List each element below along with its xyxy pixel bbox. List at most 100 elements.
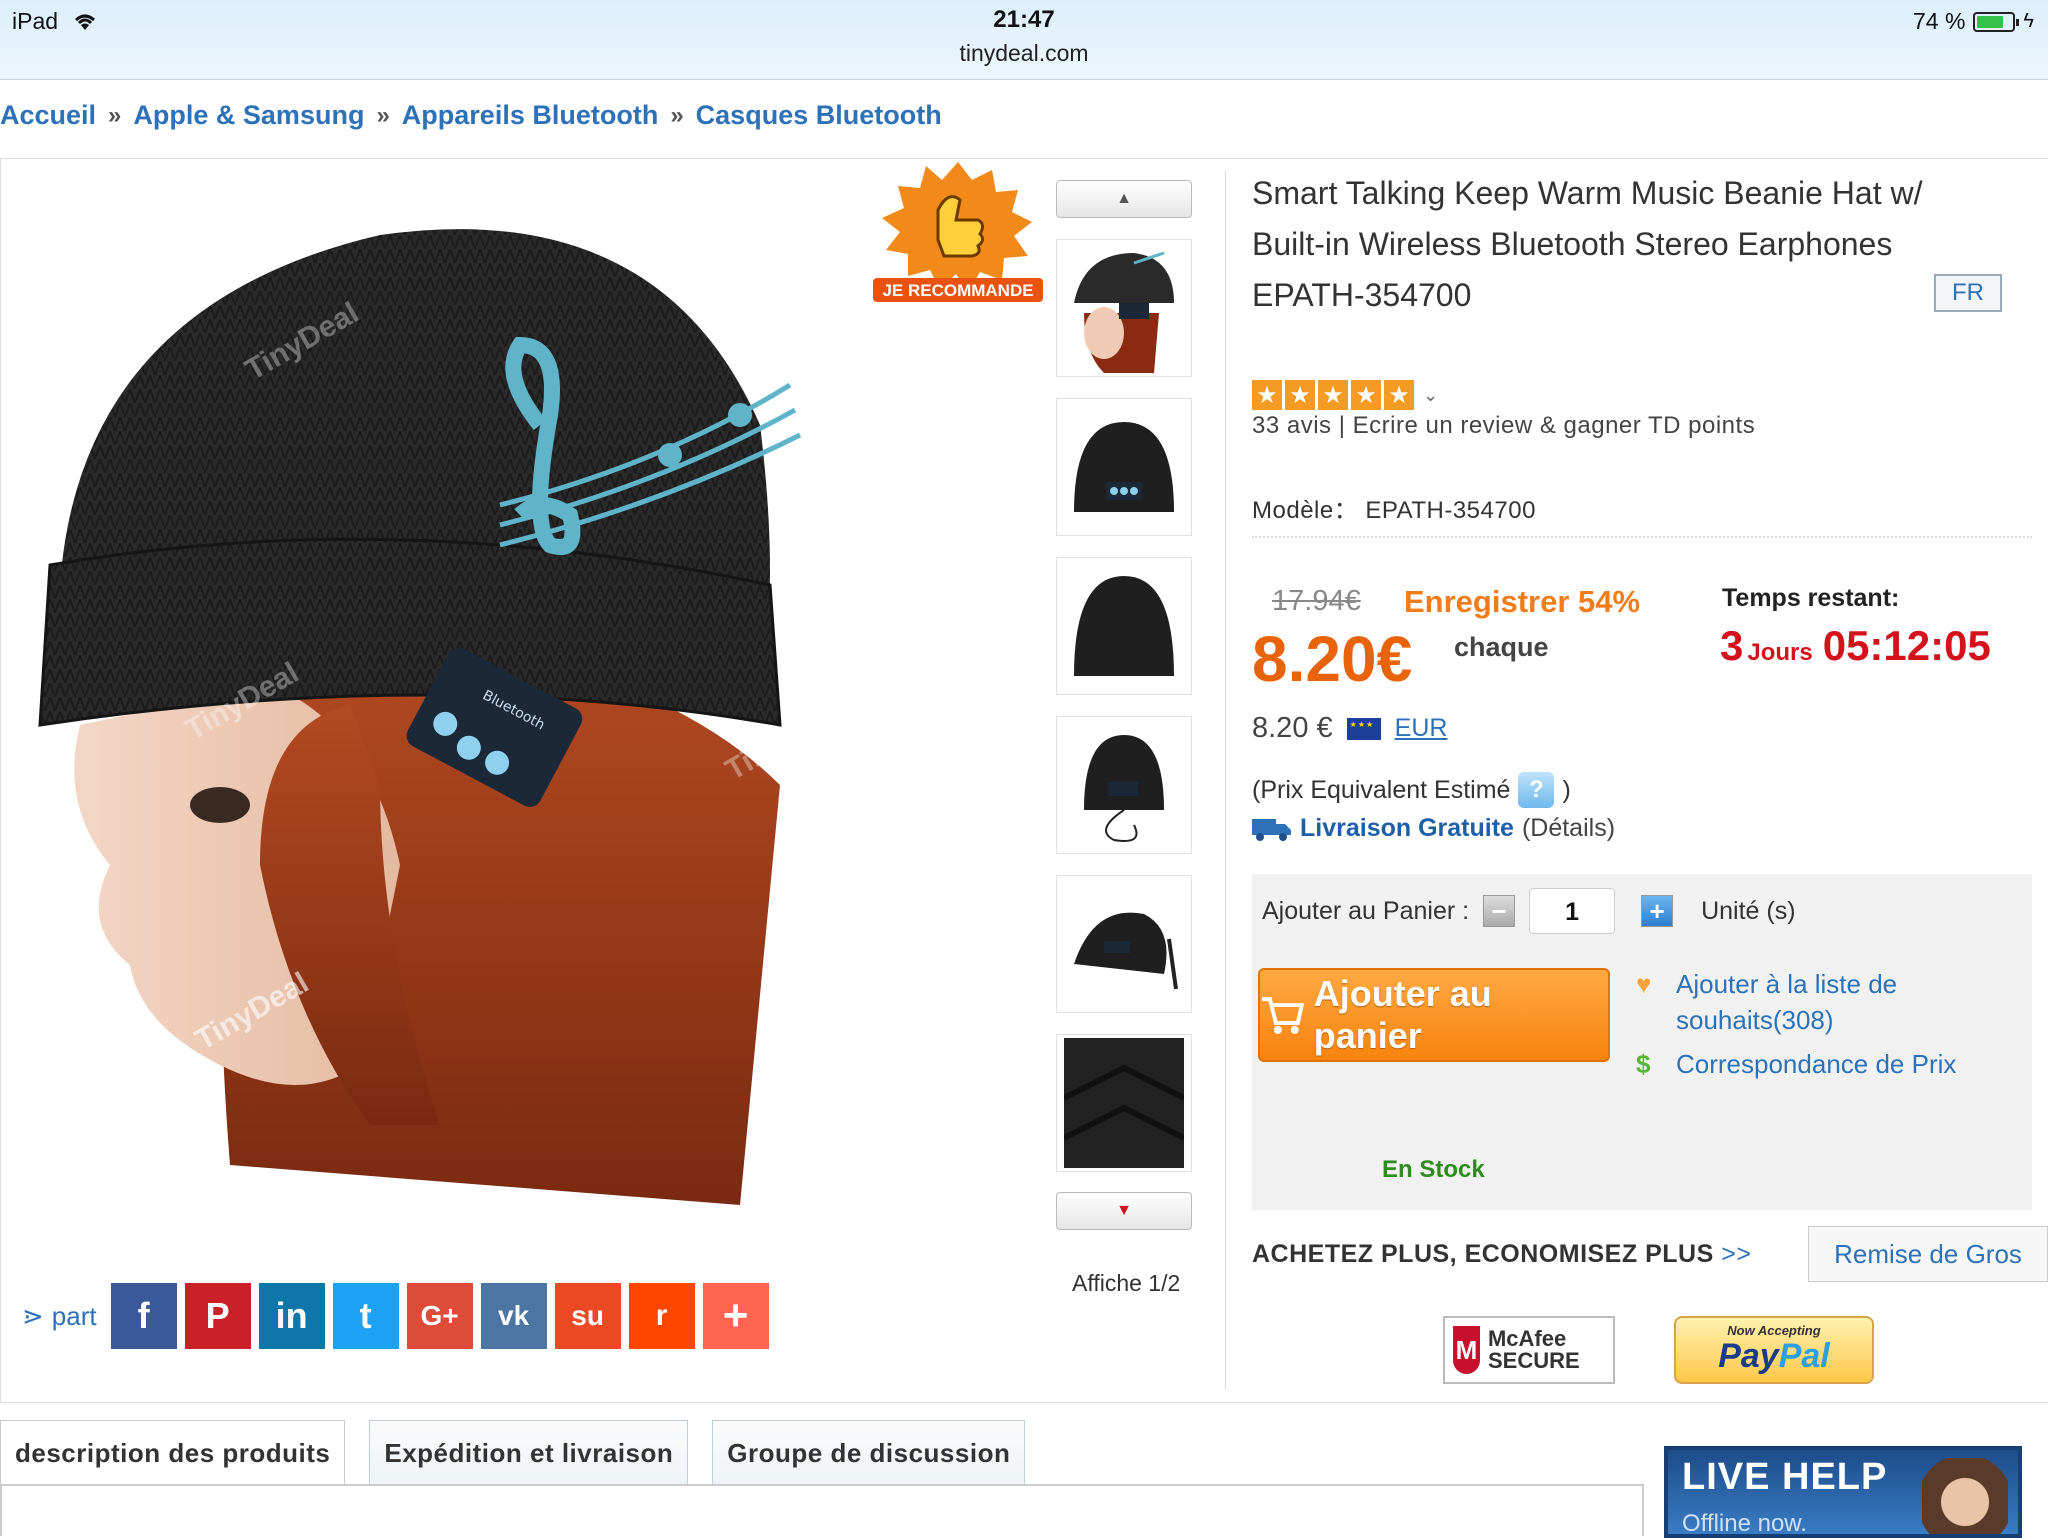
truck-icon	[1252, 818, 1291, 841]
thumbnail-image	[1074, 422, 1174, 512]
google-plus-share-icon[interactable]: G+	[406, 1283, 473, 1349]
facebook-share-icon[interactable]: f	[110, 1283, 177, 1349]
star-icon: ★	[1252, 380, 1282, 410]
address-bar-url[interactable]: tinydeal.com	[0, 40, 2048, 67]
thumbnail-scroll-up-button[interactable]: ▲	[1056, 180, 1192, 218]
countdown-timer: 3 Jours 05:12:05	[1720, 622, 1991, 670]
reddit-share-icon[interactable]: r	[628, 1283, 695, 1349]
thumbnail-item[interactable]	[1056, 716, 1192, 854]
stock-status: En Stock	[1382, 1156, 1485, 1183]
recommend-badge: JE RECOMMANDE	[868, 160, 1048, 310]
add-to-cart-panel: Ajouter au Panier : − 1 + Unité (s) Ajou…	[1252, 874, 2032, 1210]
stumbleupon-share-icon[interactable]: su	[554, 1283, 621, 1349]
heart-icon: ♥	[1636, 969, 1652, 999]
thumbnail-image	[1074, 576, 1174, 676]
breadcrumb-accueil[interactable]: Accueil	[0, 100, 96, 131]
recommend-badge-label: JE RECOMMANDE	[882, 281, 1034, 300]
reviews-count-link[interactable]: 33 avis	[1252, 412, 1332, 439]
twitter-share-icon[interactable]: t	[332, 1283, 399, 1349]
share-icon: ⋗	[22, 1300, 44, 1331]
thumbnail-item[interactable]	[1056, 875, 1192, 1013]
help-question-icon[interactable]: ?	[1518, 772, 1555, 808]
beanie-illustration: Bluetooth	[38, 229, 802, 1205]
vk-share-icon[interactable]: vk	[480, 1283, 547, 1349]
quantity-unit: Unité (s)	[1701, 896, 1796, 925]
battery-percent: 74 %	[1912, 8, 1966, 34]
quantity-input[interactable]: 1	[1529, 888, 1616, 934]
live-help-widget[interactable]: LIVE HELP Offline now.	[1664, 1446, 2022, 1538]
bulk-promo-arrows: >>	[1721, 1240, 1752, 1268]
model-label: Modèle：	[1252, 497, 1359, 524]
equivalent-price-note: (Prix Equivalent Estimé ? )	[1252, 772, 1571, 808]
rating-stars[interactable]: ★ ★ ★ ★ ★ ⌄	[1252, 380, 1438, 410]
quantity-decrease-button[interactable]: −	[1483, 895, 1516, 927]
bulk-discount-button[interactable]: Remise de Gros	[1808, 1226, 2048, 1282]
paypal-logo-pay: Pay	[1718, 1337, 1779, 1375]
thumbnail-item[interactable]	[1056, 557, 1192, 695]
thumbnail-item[interactable]	[1056, 398, 1192, 536]
thumbnail-image	[1084, 735, 1164, 842]
more-share-icon[interactable]: +	[702, 1283, 769, 1349]
tab-panel-border-right	[1642, 1484, 1644, 1536]
thumbnail-image	[1074, 251, 1174, 373]
tab-discussion[interactable]: Groupe de discussion	[712, 1420, 1026, 1486]
shipping-details-link[interactable]: (Détails)	[1522, 814, 1615, 843]
mcafee-secure-badge[interactable]: M McAfee SECURE	[1443, 1316, 1615, 1384]
price-match-row: $ Correspondance de Prix	[1636, 1046, 2026, 1082]
dollar-icon: $	[1636, 1049, 1651, 1079]
thumbnail-item[interactable]	[1056, 1034, 1192, 1172]
star-icon: ★	[1318, 380, 1348, 410]
chevron-down-icon: ▼	[1116, 1202, 1132, 1219]
add-to-cart-label: Ajouter au panier	[1313, 973, 1492, 1056]
free-shipping-link[interactable]: Livraison Gratuite	[1300, 814, 1514, 843]
status-right: 74 % ϟ	[1913, 8, 2034, 35]
support-agent-avatar	[1922, 1458, 2008, 1534]
price-match-link[interactable]: Correspondance de Prix	[1676, 1046, 1956, 1082]
language-toggle-button[interactable]: FR	[1934, 274, 2002, 312]
wishlist-link[interactable]: Ajouter à la liste de souhaits(308)	[1676, 966, 2026, 1038]
paypal-logo: PayPal	[1676, 1338, 1872, 1374]
browser-status-bar: iPad 21:47 tinydeal.com 74 % ϟ	[0, 0, 2048, 80]
currency-selector[interactable]: EUR	[1395, 714, 1448, 743]
breadcrumb-apple-samsung[interactable]: Apple & Samsung	[133, 100, 364, 131]
linkedin-share-icon[interactable]: in	[258, 1283, 325, 1349]
price-unit: chaque	[1454, 632, 1549, 662]
discount-label: Enregistrer 54%	[1404, 584, 1641, 619]
thumbnail-scroll-down-button[interactable]: ▼	[1056, 1192, 1192, 1230]
equivalent-price-close: )	[1562, 775, 1571, 804]
rating-chevron-down-icon[interactable]: ⌄	[1423, 385, 1438, 406]
mcafee-shield-icon: M	[1453, 1326, 1480, 1374]
main-product-image[interactable]: Bluetooth TinyDeal TinyDeal TinyDeal Tin…	[20, 165, 1050, 1205]
share-bar: ⋗ part f P in t G+ vk su r +	[22, 1283, 777, 1349]
pinterest-share-icon[interactable]: P	[184, 1283, 251, 1349]
breadcrumb-appareils-bluetooth[interactable]: Appareils Bluetooth	[402, 100, 659, 131]
countdown-days: 3	[1720, 622, 1744, 669]
star-icon: ★	[1285, 380, 1315, 410]
paypal-logo-pal: Pal	[1778, 1337, 1830, 1375]
thumbnail-item[interactable]	[1056, 239, 1192, 377]
share-label: ⋗ part	[22, 1301, 97, 1332]
thumbnail-page-indicator: Affiche 1/2	[1072, 1270, 1181, 1296]
thumbnail-image	[1064, 1038, 1184, 1168]
eu-flag-icon	[1346, 717, 1381, 740]
write-review-link[interactable]: Ecrire un review & gagner TD points	[1353, 412, 1756, 439]
secondary-actions: ♥ Ajouter à la liste de souhaits(308) $ …	[1636, 966, 2026, 1090]
chevron-up-icon: ▲	[1116, 190, 1132, 207]
countdown-days-label: Jours	[1747, 639, 1813, 666]
quantity-label: Ajouter au Panier :	[1262, 896, 1470, 925]
breadcrumb-separator: »	[376, 101, 390, 129]
share-label-text: part	[51, 1300, 97, 1331]
breadcrumb-casques-bluetooth[interactable]: Casques Bluetooth	[696, 100, 942, 131]
converted-price-value: 8.20 €	[1252, 712, 1333, 744]
product-tabs: description des produits Expédition et l…	[0, 1420, 1026, 1486]
add-to-cart-button[interactable]: Ajouter au panier	[1258, 968, 1610, 1062]
tab-description[interactable]: description des produits	[0, 1420, 346, 1486]
product-title: Smart Talking Keep Warm Music Beanie Hat…	[1252, 175, 1923, 313]
tab-panel-border-left	[0, 1484, 2, 1536]
charging-icon: ϟ	[2023, 10, 2034, 32]
quantity-increase-button[interactable]: +	[1641, 895, 1674, 927]
equivalent-price-label: (Prix Equivalent Estimé	[1252, 775, 1511, 804]
tab-shipping[interactable]: Expédition et livraison	[369, 1420, 689, 1486]
thumbnail-image	[1074, 912, 1178, 990]
breadcrumb: Accueil » Apple & Samsung » Appareils Bl…	[0, 100, 942, 131]
